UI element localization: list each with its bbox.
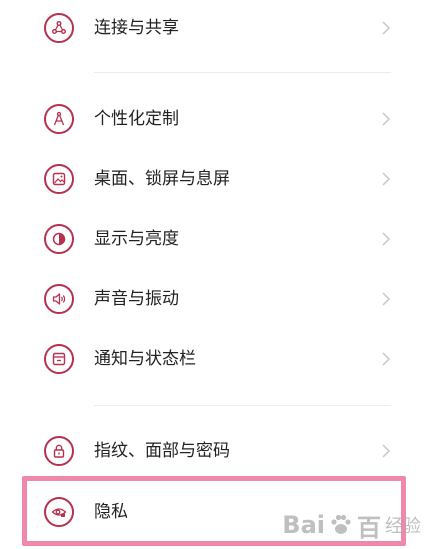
settings-item-sound-vibration[interactable]: 声音与振动 [0,269,433,329]
chevron-right-icon [382,352,391,366]
chevron-right-icon [382,292,391,306]
chevron-right-icon [382,444,391,458]
share-icon [44,13,74,43]
settings-item-label: 通知与状态栏 [94,349,196,369]
settings-item-label: 连接与共享 [94,18,179,38]
settings-item-fingerprint-face-password[interactable]: 指纹、面部与密码 [0,421,433,481]
settings-item-label: 声音与振动 [94,289,179,309]
chevron-right-icon [382,172,391,186]
brightness-icon [44,224,74,254]
lock-icon [44,436,74,466]
settings-item-label: 个性化定制 [94,109,179,129]
chevron-right-icon [382,112,391,126]
wallpaper-icon [44,164,74,194]
settings-item-personalize[interactable]: 个性化定制 [0,89,433,149]
settings-item-desktop-lockscreen[interactable]: 桌面、锁屏与息屏 [0,149,433,209]
settings-item-label: 显示与亮度 [94,229,179,249]
chevron-right-icon [382,232,391,246]
settings-item-label: 指纹、面部与密码 [94,441,230,461]
settings-item-display-brightness[interactable]: 显示与亮度 [0,209,433,269]
watermark-brand-bai: Bai [282,511,325,539]
notification-icon [44,344,74,374]
chevron-right-icon [382,21,391,35]
speaker-icon [44,284,74,314]
watermark-jingyan: 经验 [385,516,421,537]
settings-item-label: 桌面、锁屏与息屏 [94,169,230,189]
compass-icon [44,104,74,134]
section-divider [94,72,391,73]
settings-item-connect-share[interactable]: 连接与共享 [0,0,433,58]
settings-item-notification-statusbar[interactable]: 通知与状态栏 [0,329,433,389]
paw-logo-icon [331,514,351,534]
section-divider [94,405,391,406]
baidu-jingyan-watermark: Bai 百 经验 [282,505,421,545]
watermark-brand-bai-cn: 百 [357,513,381,542]
